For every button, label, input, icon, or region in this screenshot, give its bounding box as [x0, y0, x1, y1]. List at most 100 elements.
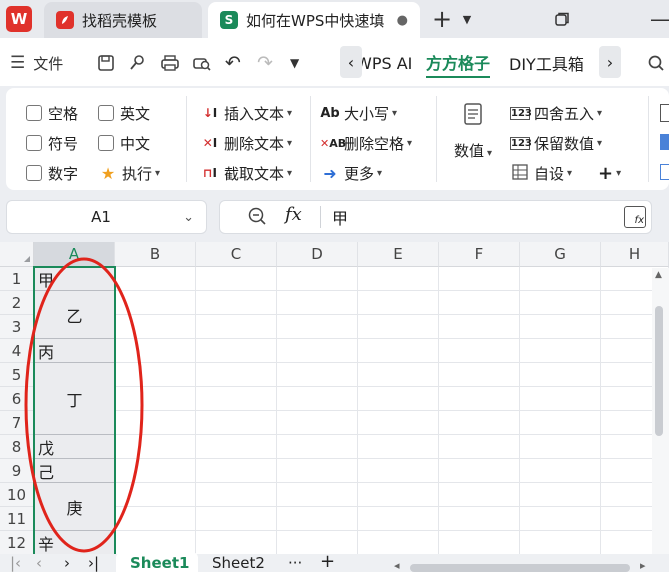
clipped-tool-icon[interactable]: [660, 134, 669, 150]
next-sheet-icon[interactable]: ›: [64, 554, 70, 572]
formula-bar[interactable]: [219, 200, 652, 234]
print-preview-icon[interactable]: [192, 50, 212, 76]
execute-button[interactable]: ★ 执行 ▾: [98, 162, 160, 184]
row-header[interactable]: 3: [0, 315, 34, 339]
clipped-tool-icon[interactable]: [660, 164, 669, 180]
custom-button[interactable]: 自设 ▾: [510, 162, 572, 184]
more-button[interactable]: ➜ 更多 ▾: [320, 162, 382, 184]
grid-cell[interactable]: [358, 435, 439, 459]
sheet-tab-sheet2[interactable]: Sheet2: [212, 554, 265, 572]
grid-cell[interactable]: [520, 315, 601, 339]
grid-cell[interactable]: [277, 267, 358, 291]
row-header[interactable]: 12: [0, 531, 34, 554]
checkbox-number[interactable]: 数字: [26, 162, 78, 184]
redo-icon[interactable]: ↷: [257, 50, 273, 76]
column-header-h[interactable]: H: [601, 242, 669, 267]
tab-fangfang-gezi[interactable]: 方方格子: [426, 48, 491, 78]
new-tab-button[interactable]: +: [430, 5, 454, 33]
grid-cell[interactable]: [439, 339, 520, 363]
add-sheet-button[interactable]: +: [320, 551, 335, 572]
grid-cell[interactable]: [196, 459, 277, 483]
delete-text-button[interactable]: ✕I 删除文本 ▾: [200, 132, 292, 154]
prev-sheet-icon[interactable]: ‹: [36, 554, 42, 572]
tab-wps-ai[interactable]: WPS AI: [362, 48, 412, 78]
scroll-right-icon[interactable]: ▸: [640, 554, 646, 572]
restore-window-icon[interactable]: [550, 6, 574, 32]
grid-cell[interactable]: [439, 267, 520, 291]
grid-cell[interactable]: [439, 507, 520, 531]
grid-cell[interactable]: [439, 531, 520, 554]
tab-docer-templates[interactable]: 找稻壳模板: [44, 2, 202, 38]
column-header-a[interactable]: A: [34, 242, 115, 267]
row-header[interactable]: 4: [0, 339, 34, 363]
tab-current-document[interactable]: S 如何在WPS中快速填 ●: [208, 2, 420, 38]
grid-cell[interactable]: [520, 363, 601, 387]
grid-cell[interactable]: [439, 363, 520, 387]
grid-cell[interactable]: [520, 387, 601, 411]
checkbox-box[interactable]: [26, 105, 42, 121]
grid-cell[interactable]: [115, 387, 196, 411]
number-button[interactable]: 数值 ▾: [450, 102, 496, 162]
tab-list-chevron-icon[interactable]: ▼: [458, 6, 476, 32]
grid-cell[interactable]: [196, 315, 277, 339]
row-header[interactable]: 1: [0, 267, 34, 291]
row-header[interactable]: 5: [0, 363, 34, 387]
checkbox-box[interactable]: [26, 135, 42, 151]
grid-cell[interactable]: [520, 267, 601, 291]
spreadsheet-grid[interactable]: A B C D E F G H 1 2 3 4 5 6 7 8 9 10 11 12 甲乙丙丁戊己庚辛: [0, 242, 669, 554]
row-header[interactable]: 11: [0, 507, 34, 531]
grid-cell[interactable]: [439, 291, 520, 315]
grid-cell[interactable]: [277, 387, 358, 411]
scrollbar-thumb[interactable]: [655, 306, 663, 436]
checkbox-box[interactable]: [98, 135, 114, 151]
grid-cell[interactable]: [115, 459, 196, 483]
first-sheet-icon[interactable]: |‹: [10, 554, 21, 572]
grid-cell[interactable]: [358, 363, 439, 387]
grid-cell[interactable]: [439, 435, 520, 459]
grid-cell[interactable]: [439, 387, 520, 411]
grid-cell[interactable]: [277, 531, 358, 554]
grid-cell[interactable]: [115, 411, 196, 435]
more-sheets-button[interactable]: ···: [288, 554, 302, 572]
row-header[interactable]: 2: [0, 291, 34, 315]
format-painter-icon[interactable]: [128, 50, 146, 76]
grid-cell[interactable]: [115, 363, 196, 387]
grid-cell[interactable]: [115, 339, 196, 363]
grid-cell[interactable]: [520, 459, 601, 483]
grid-cell[interactable]: [196, 411, 277, 435]
ribbon-scroll-right-button[interactable]: ›: [599, 46, 621, 78]
grid-cell[interactable]: [277, 339, 358, 363]
grid-cell[interactable]: [196, 483, 277, 507]
grid-cell[interactable]: [358, 339, 439, 363]
grid-cell[interactable]: [196, 339, 277, 363]
grid-cell[interactable]: [358, 459, 439, 483]
formula-input[interactable]: 甲: [332, 205, 348, 229]
grid-cell[interactable]: [277, 363, 358, 387]
checkbox-chinese[interactable]: 中文: [98, 132, 150, 154]
grid-cell[interactable]: [520, 531, 601, 554]
grid-cell[interactable]: [358, 291, 439, 315]
column-header-b[interactable]: B: [115, 242, 196, 267]
grid-cell[interactable]: [277, 507, 358, 531]
row-header[interactable]: 7: [0, 411, 34, 435]
round-button[interactable]: 123 四舍五入 ▾: [510, 102, 602, 124]
extract-text-button[interactable]: ⊓I 截取文本 ▾: [200, 162, 292, 184]
grid-cell[interactable]: [439, 483, 520, 507]
grid-cell[interactable]: [115, 531, 196, 554]
last-sheet-icon[interactable]: ›|: [88, 554, 99, 572]
ribbon-scroll-left-button[interactable]: ‹: [340, 46, 362, 78]
sheet-tab-sheet1[interactable]: Sheet1: [130, 554, 189, 572]
function-wizard-icon[interactable]: fx: [624, 206, 646, 228]
checkbox-english[interactable]: 英文: [98, 102, 150, 124]
grid-cell[interactable]: [196, 291, 277, 315]
file-menu[interactable]: ☰ 文件: [10, 50, 63, 76]
undo-icon[interactable]: ↶: [225, 50, 241, 76]
grid-cell[interactable]: [277, 459, 358, 483]
grid-cell[interactable]: [520, 291, 601, 315]
grid-cell[interactable]: [358, 531, 439, 554]
column-header-g[interactable]: G: [520, 242, 601, 267]
grid-cell[interactable]: [196, 531, 277, 554]
checkbox-space[interactable]: 空格: [26, 102, 78, 124]
grid-cell[interactable]: [115, 483, 196, 507]
quick-access-dropdown-icon[interactable]: ▼: [290, 50, 299, 76]
